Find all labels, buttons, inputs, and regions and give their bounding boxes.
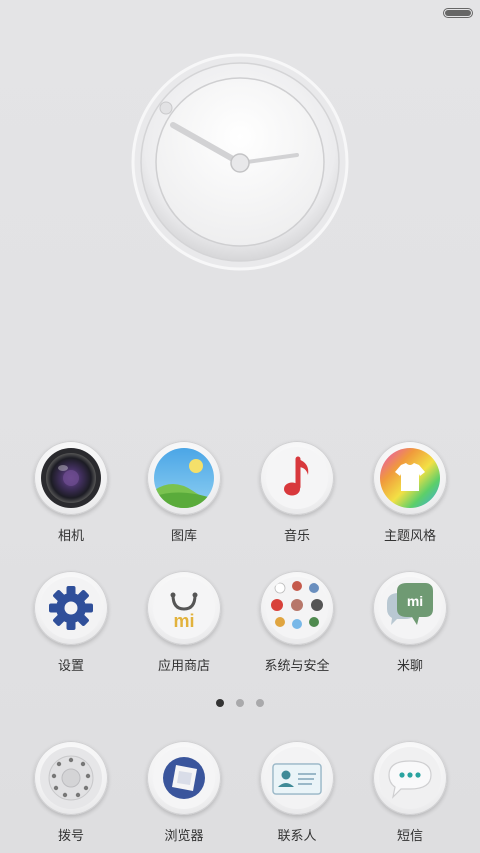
- shopping-bag-icon: mi: [153, 577, 215, 639]
- gear-icon: [40, 577, 102, 639]
- app-label: 相机: [57, 529, 84, 544]
- gallery-icon: [153, 447, 215, 509]
- page-dot-1[interactable]: [216, 699, 224, 707]
- browser-icon: [153, 747, 215, 809]
- app-label: 短信: [396, 829, 423, 844]
- contact-card-icon: [266, 747, 328, 809]
- chat-bubble-icon: mi: [379, 577, 441, 639]
- theme-shirt-icon: [379, 447, 441, 509]
- app-label: 米聊: [396, 659, 423, 674]
- folder-icon: [266, 577, 328, 639]
- app-label: 图库: [170, 529, 197, 544]
- music-note-icon: [266, 447, 328, 509]
- dock-messages[interactable]: 短信: [355, 741, 465, 844]
- app-themes[interactable]: 主题风格: [355, 441, 465, 544]
- dock-dialer[interactable]: 拨号: [16, 741, 126, 844]
- app-mitalk[interactable]: mi 米聊: [355, 571, 465, 674]
- app-label: 音乐: [283, 529, 310, 544]
- battery-icon: [443, 8, 473, 18]
- app-settings[interactable]: 设置: [16, 571, 126, 674]
- battery-level-fill: [445, 10, 471, 16]
- app-label: 联系人: [277, 829, 317, 844]
- app-label: 浏览器: [164, 829, 204, 844]
- camera-lens-icon: [40, 447, 102, 509]
- app-store[interactable]: mi 应用商店: [129, 571, 239, 674]
- dialpad-icon: [40, 747, 102, 809]
- page-dot-3[interactable]: [256, 699, 264, 707]
- app-music[interactable]: 音乐: [242, 441, 352, 544]
- app-label: 主题风格: [383, 529, 436, 544]
- app-label: 系统与安全: [264, 659, 330, 674]
- page-indicator[interactable]: [0, 699, 480, 707]
- svg-text:mi: mi: [173, 611, 194, 631]
- dock-browser[interactable]: 浏览器: [129, 741, 239, 844]
- analog-clock-face: [131, 53, 349, 271]
- app-gallery[interactable]: 图库: [129, 441, 239, 544]
- app-label: 拨号: [57, 829, 84, 844]
- dock-contacts[interactable]: 联系人: [242, 741, 352, 844]
- svg-text:mi: mi: [407, 593, 423, 609]
- app-label: 设置: [57, 659, 84, 674]
- message-icon: [379, 747, 441, 809]
- app-label: 应用商店: [157, 659, 210, 674]
- folder-system-security[interactable]: 系统与安全: [242, 571, 352, 674]
- app-camera[interactable]: 相机: [16, 441, 126, 544]
- clock-widget[interactable]: [131, 53, 349, 271]
- page-dot-2[interactable]: [236, 699, 244, 707]
